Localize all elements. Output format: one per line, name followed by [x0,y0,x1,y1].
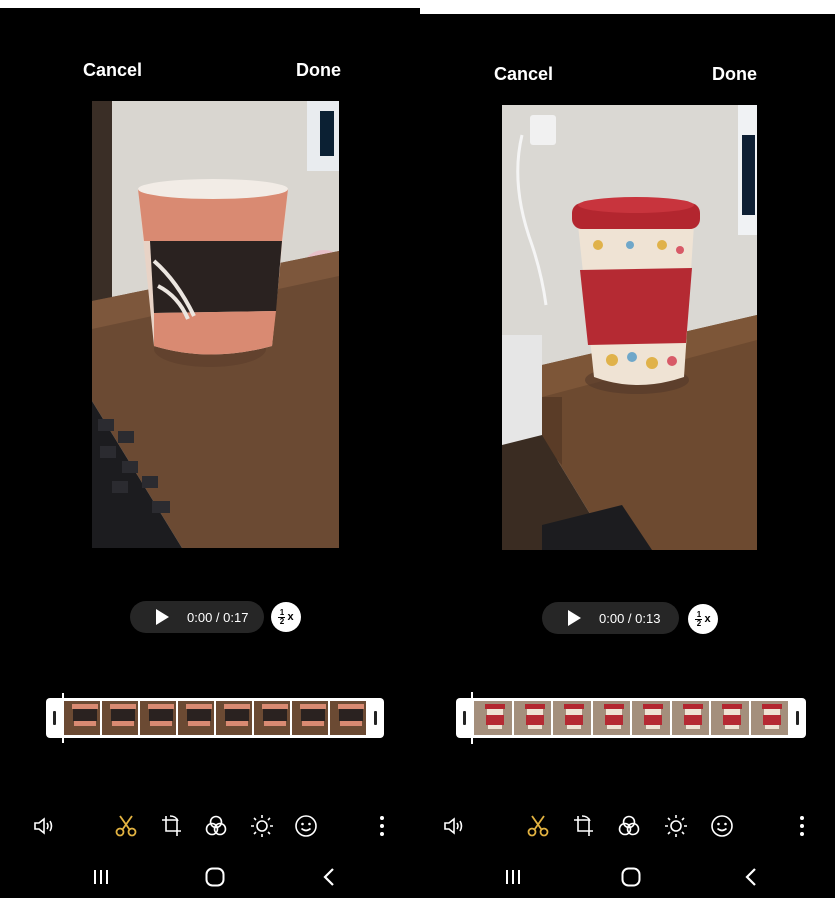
speed-fraction: 1 2 [695,609,703,628]
edit-toolbar [0,812,420,842]
speed-denominator: 2 [279,616,285,626]
play-icon[interactable] [156,609,169,625]
done-button[interactable]: Done [712,64,757,85]
playback-speed-button[interactable]: 1 2 x [271,602,301,632]
system-nav-bar [0,862,420,892]
timeline-frame [474,701,512,735]
scissors-icon[interactable] [112,812,140,840]
thumbnail-strip [64,701,366,735]
playback-control: 0:00 / 0:13 [542,602,679,634]
trim-start-handle[interactable] [463,711,466,725]
filter-icon[interactable] [202,812,230,840]
volume-icon[interactable] [440,812,468,840]
timeline-frame [632,701,670,735]
back-icon[interactable] [314,862,344,892]
recents-icon[interactable] [86,862,116,892]
done-button[interactable]: Done [296,60,341,81]
timeline-frame [750,701,788,735]
video-frame-image [502,105,757,550]
playback-control: 0:00 / 0:17 [130,601,264,633]
playhead[interactable] [62,693,64,743]
timeline-frame [513,701,551,735]
playback-time: 0:00 / 0:13 [599,610,661,626]
timeline-frame [553,701,591,735]
speed-unit: x [704,613,711,625]
trim-timeline[interactable] [46,698,384,738]
timeline-frame [292,701,328,735]
editor-screen-left: Cancel Done 0:00 / 0:17 1 2 x [0,8,420,898]
speed-unit: x [287,611,294,623]
trim-timeline[interactable] [456,698,806,738]
speed-denominator: 2 [696,618,702,628]
home-icon[interactable] [200,862,230,892]
speed-fraction: 1 2 [278,607,286,626]
video-frame-image [92,101,339,548]
speed-numerator: 1 [279,607,285,617]
crop-rotate-icon[interactable] [158,812,186,840]
more-icon[interactable] [788,812,816,840]
timeline-frame [216,701,252,735]
brightness-icon[interactable] [248,812,276,840]
brightness-icon[interactable] [662,812,690,840]
trim-end-handle[interactable] [374,711,377,725]
home-icon[interactable] [616,862,646,892]
editor-screen-right: Cancel Done 0:00 / 0:13 1 2 x [420,14,835,898]
playhead[interactable] [471,692,473,744]
thumbnail-strip [474,701,788,735]
timeline-frame [254,701,290,735]
recents-icon[interactable] [498,862,528,892]
system-nav-bar [420,862,835,892]
filter-icon[interactable] [615,812,643,840]
timeline-frame [140,701,176,735]
trim-end-handle[interactable] [796,711,799,725]
volume-icon[interactable] [30,812,58,840]
sticker-icon[interactable] [708,812,736,840]
timeline-frame [178,701,214,735]
timeline-frame [711,701,749,735]
speed-numerator: 1 [696,609,702,619]
timeline-frame [671,701,709,735]
edit-toolbar [420,812,835,842]
trim-start-handle[interactable] [53,711,56,725]
timeline-frame [330,701,366,735]
more-icon[interactable] [368,812,396,840]
cancel-button[interactable]: Cancel [494,64,553,85]
timeline-frame [64,701,100,735]
playback-time: 0:00 / 0:17 [187,609,249,625]
crop-rotate-icon[interactable] [570,812,598,840]
scissors-icon[interactable] [524,812,552,840]
back-icon[interactable] [736,862,766,892]
video-preview[interactable] [92,101,339,548]
video-preview[interactable] [502,105,757,550]
timeline-frame [102,701,138,735]
playback-speed-button[interactable]: 1 2 x [688,604,718,634]
sticker-icon[interactable] [292,812,320,840]
timeline-frame [592,701,630,735]
cancel-button[interactable]: Cancel [83,60,142,81]
play-icon[interactable] [568,610,581,626]
